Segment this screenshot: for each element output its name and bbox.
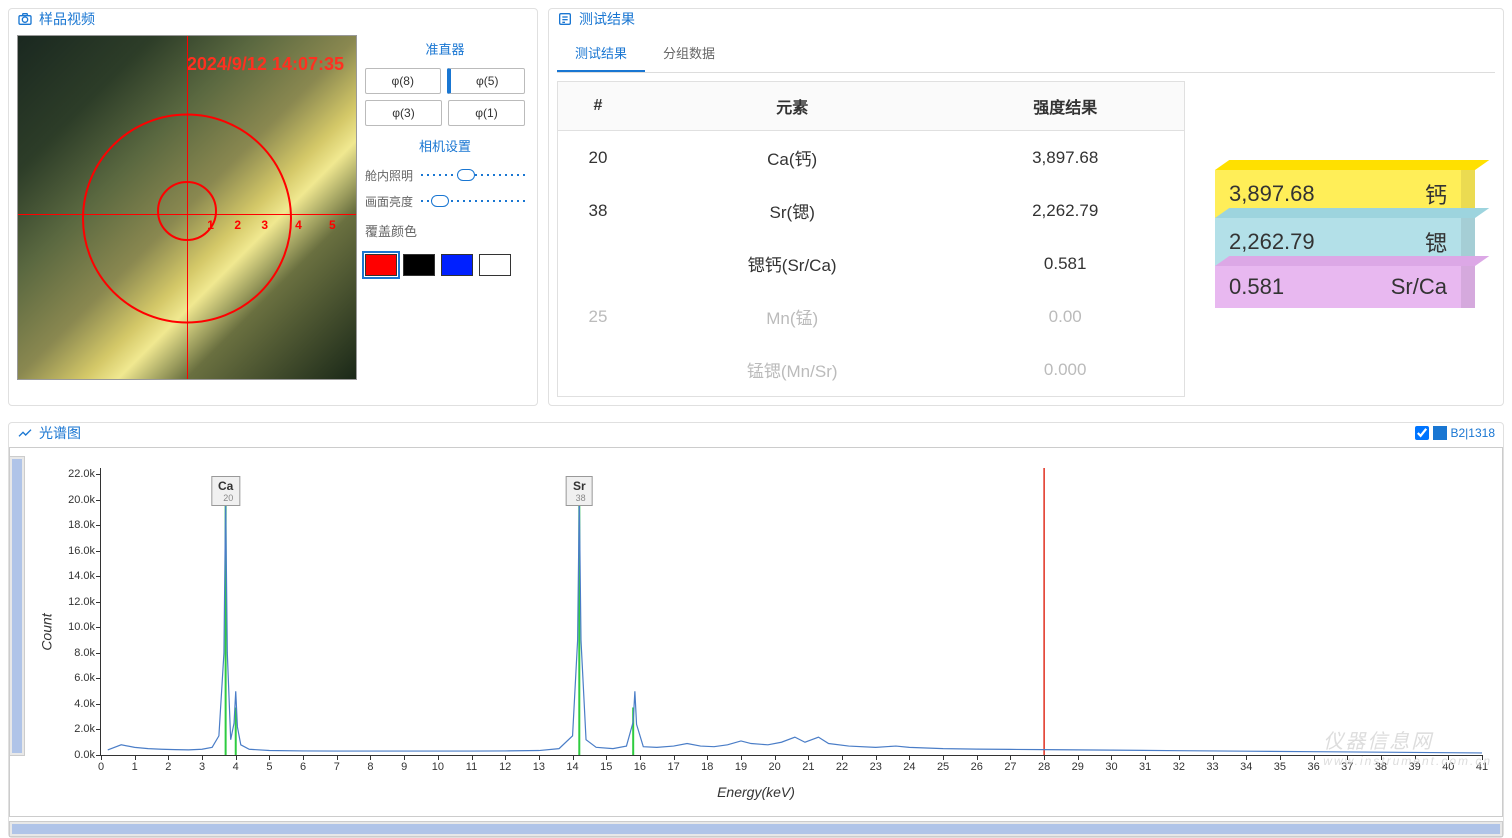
table-row[interactable]: 锶钙(Sr/Ca)0.581 xyxy=(558,237,1184,290)
tab-groups[interactable]: 分组数据 xyxy=(645,35,733,72)
peak-label-ca: Ca20 xyxy=(211,476,240,506)
summary-stack: 3,897.68 钙 2,262.79 锶 0.581 Sr/Ca xyxy=(1195,81,1495,397)
table-row[interactable]: 20Ca(钙)3,897.68 xyxy=(558,131,1184,185)
tab-results[interactable]: 测试结果 xyxy=(557,35,645,72)
color-swatches xyxy=(365,250,525,276)
chart-icon xyxy=(17,425,33,441)
legend-item[interactable]: B2|1318 xyxy=(1415,426,1496,440)
color-swatch-black[interactable] xyxy=(403,254,435,276)
chart-ylabel: Count xyxy=(39,613,55,650)
cover-color-label: 覆盖颜色 xyxy=(365,217,525,244)
col-header-element: 元素 xyxy=(638,82,946,131)
color-swatch-blue[interactable] xyxy=(441,254,473,276)
camera-controls: 准直器 φ(8) φ(5) φ(3) φ(1) 相机设置 舱内照明 画面亮度 xyxy=(365,35,525,380)
collimator-phi8-button[interactable]: φ(8) xyxy=(365,68,441,94)
collimator-phi1-button[interactable]: φ(1) xyxy=(448,100,525,126)
results-table: # 元素 强度结果 20Ca(钙)3,897.6838Sr(锶)2,262.79… xyxy=(557,81,1185,397)
results-tabs: 测试结果 分组数据 xyxy=(557,35,1495,73)
sample-video-panel: 样品视频 2024/9/12 14:07:35 1 2 3 4 5 准直器 φ(… xyxy=(8,8,538,406)
summary-layer-srca: 0.581 Sr/Ca xyxy=(1215,266,1475,308)
table-row[interactable]: 锰锶(Mn/Sr)0.000 xyxy=(558,343,1184,396)
legend-checkbox[interactable] xyxy=(1415,426,1429,440)
table-row[interactable]: 38Sr(锶)2,262.79 xyxy=(558,184,1184,237)
color-swatch-red[interactable] xyxy=(365,254,397,276)
crosshair-overlay: 1 2 3 4 5 xyxy=(18,36,356,379)
legend-swatch xyxy=(1433,426,1447,440)
color-swatch-white[interactable] xyxy=(479,254,511,276)
list-icon xyxy=(557,11,573,27)
chart-xlabel: Energy(keV) xyxy=(717,784,795,800)
camera-icon xyxy=(17,11,33,27)
results-title: 测试结果 xyxy=(579,9,635,29)
col-header-intensity: 强度结果 xyxy=(946,82,1184,131)
sample-video-feed[interactable]: 2024/9/12 14:07:35 1 2 3 4 5 xyxy=(17,35,357,380)
brightness-slider[interactable] xyxy=(421,191,525,211)
illumination-slider[interactable] xyxy=(421,165,525,185)
chart-scrollbar-vertical[interactable] xyxy=(9,456,25,756)
spectrum-panel: 光谱图 B2|1318 Count Energy(keV) 0.0k2.0k4.… xyxy=(8,422,1504,838)
chart-scrollbar-horizontal[interactable] xyxy=(9,821,1503,837)
results-panel: 测试结果 测试结果 分组数据 # 元素 强度结果 20Ca(钙)3,897.68… xyxy=(548,8,1504,406)
camera-settings-title: 相机设置 xyxy=(365,132,525,159)
col-header-num: # xyxy=(558,82,638,131)
illumination-label: 舱内照明 xyxy=(365,167,415,184)
collimator-title: 准直器 xyxy=(365,35,525,62)
spectrum-title: 光谱图 xyxy=(39,423,81,443)
table-row[interactable]: 25Mn(锰)0.00 xyxy=(558,290,1184,343)
legend-label: B2|1318 xyxy=(1451,426,1496,440)
collimator-phi5-button[interactable]: φ(5) xyxy=(447,68,526,94)
collimator-phi3-button[interactable]: φ(3) xyxy=(365,100,442,126)
peak-label-sr: Sr38 xyxy=(566,476,593,506)
brightness-label: 画面亮度 xyxy=(365,193,415,210)
sample-video-title: 样品视频 xyxy=(39,9,95,29)
spectrum-chart[interactable]: Count Energy(keV) 0.0k2.0k4.0k6.0k8.0k10… xyxy=(9,447,1503,817)
